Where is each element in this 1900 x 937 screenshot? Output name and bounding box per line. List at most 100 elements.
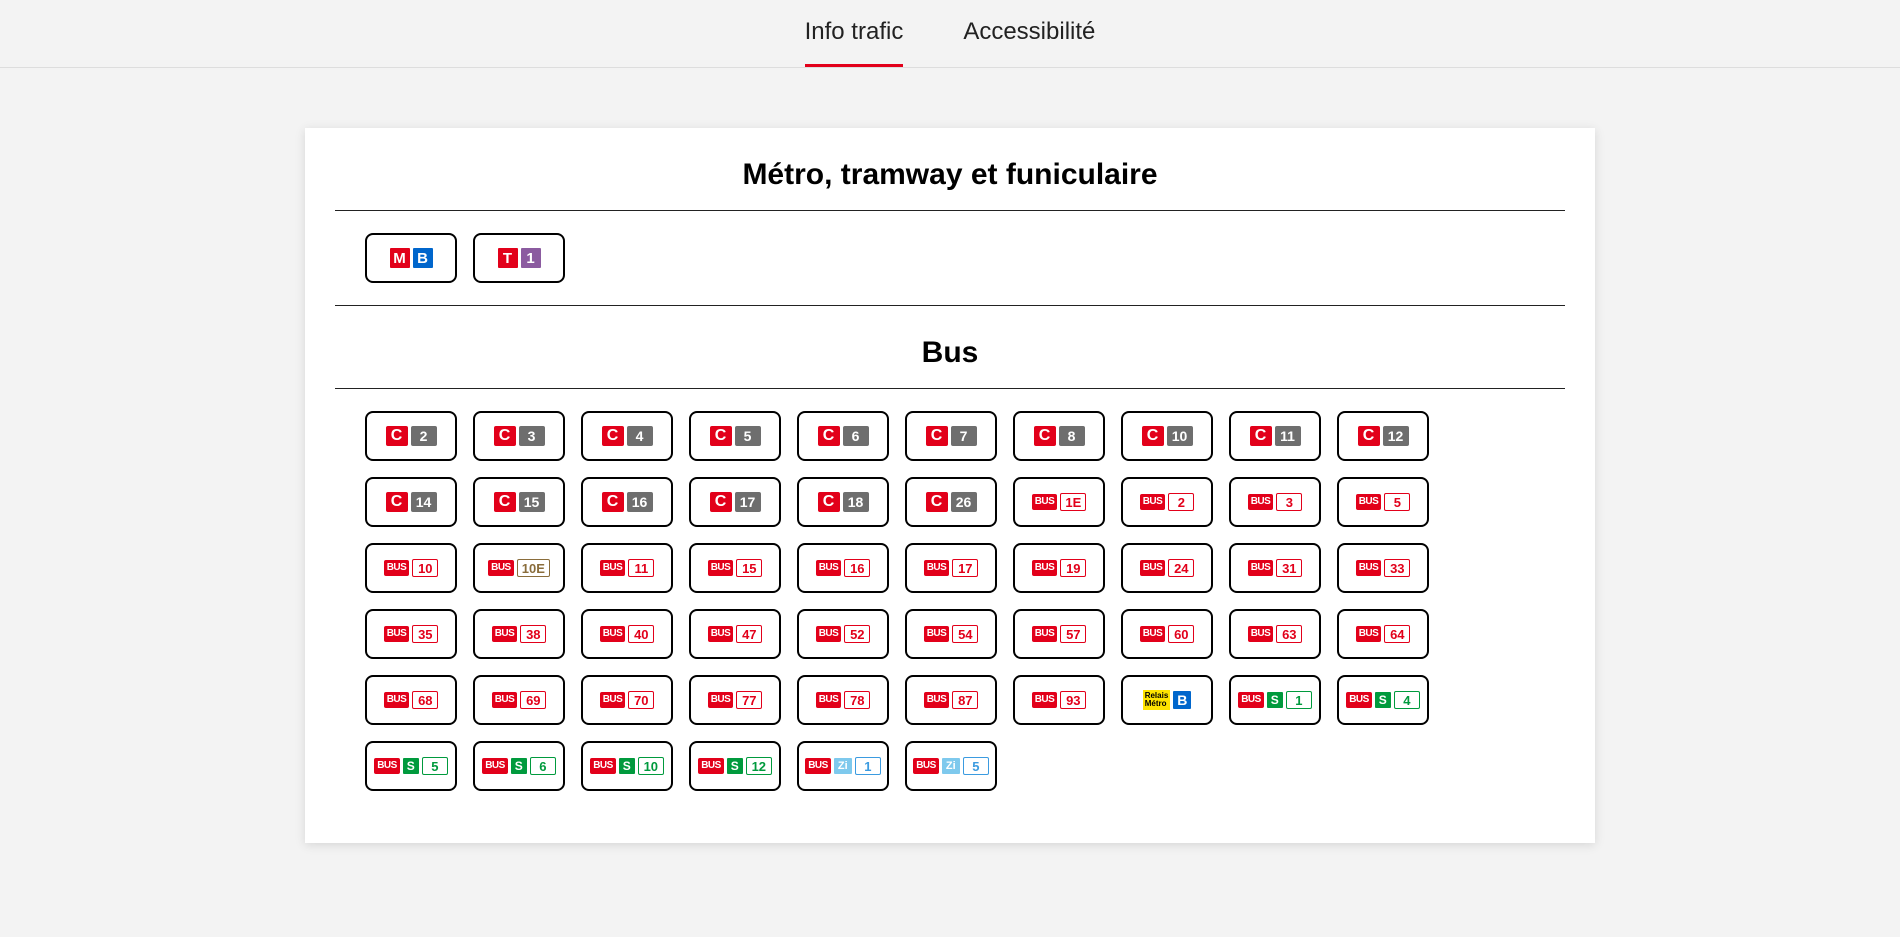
line-bus-40[interactable]: BUS40 <box>581 609 673 659</box>
line-bus-68[interactable]: BUS68 <box>365 675 457 725</box>
line-bus-31[interactable]: BUS31 <box>1229 543 1321 593</box>
line-bus-s-5[interactable]: BUSS5 <box>365 741 457 791</box>
line-number: 10E <box>517 559 550 577</box>
line-number: 33 <box>1384 559 1410 577</box>
line-bus-15[interactable]: BUS15 <box>689 543 781 593</box>
bus-icon: BUS <box>708 626 734 642</box>
line-c-26[interactable]: C26 <box>905 477 997 527</box>
c-icon: C <box>602 426 624 446</box>
line-number: 3 <box>519 426 545 446</box>
bus-icon: BUS <box>913 758 939 774</box>
metro-icon-b: B <box>413 248 433 268</box>
line-bus-64[interactable]: BUS64 <box>1337 609 1429 659</box>
line-number: 70 <box>628 691 654 709</box>
bus-icon: BUS <box>1140 494 1166 510</box>
bus-icon: BUS <box>924 560 950 576</box>
line-bus-93[interactable]: BUS93 <box>1013 675 1105 725</box>
bus-icon: BUS <box>1140 560 1166 576</box>
tab-info-trafic[interactable]: Info trafic <box>805 18 904 67</box>
line-bus-24[interactable]: BUS24 <box>1121 543 1213 593</box>
line-bus-77[interactable]: BUS77 <box>689 675 781 725</box>
line-bus-19[interactable]: BUS19 <box>1013 543 1105 593</box>
line-c-5[interactable]: C5 <box>689 411 781 461</box>
bus-icon: BUS <box>492 626 518 642</box>
line-bus-69[interactable]: BUS69 <box>473 675 565 725</box>
line-bus-zi-1[interactable]: BUSZi1 <box>797 741 889 791</box>
line-number: 5 <box>735 426 761 446</box>
bus-icon: BUS <box>600 560 626 576</box>
main-card: Métro, tramway et funiculaire M B T 1 Bu… <box>305 128 1595 843</box>
line-bus-33[interactable]: BUS33 <box>1337 543 1429 593</box>
zi-icon: Zi <box>834 758 852 774</box>
line-c-10[interactable]: C10 <box>1121 411 1213 461</box>
line-bus-s-6[interactable]: BUSS6 <box>473 741 565 791</box>
line-c-8[interactable]: C8 <box>1013 411 1105 461</box>
line-number: 16 <box>844 559 870 577</box>
line-bus-s-12[interactable]: BUSS12 <box>689 741 781 791</box>
line-c-2[interactable]: C2 <box>365 411 457 461</box>
bus-icon: BUS <box>1248 560 1274 576</box>
line-bus-78[interactable]: BUS78 <box>797 675 889 725</box>
bus-icon: BUS <box>816 626 842 642</box>
line-number: 87 <box>952 691 978 709</box>
line-c-14[interactable]: C14 <box>365 477 457 527</box>
line-c-3[interactable]: C3 <box>473 411 565 461</box>
tabs-nav: Info trafic Accessibilité <box>0 0 1900 68</box>
line-bus-3[interactable]: BUS3 <box>1229 477 1321 527</box>
line-bus-s-10[interactable]: BUSS10 <box>581 741 673 791</box>
line-c-7[interactable]: C7 <box>905 411 997 461</box>
line-bus-s-1[interactable]: BUSS1 <box>1229 675 1321 725</box>
line-number: 40 <box>628 625 654 643</box>
line-number: 68 <box>412 691 438 709</box>
line-bus-47[interactable]: BUS47 <box>689 609 781 659</box>
line-bus-52[interactable]: BUS52 <box>797 609 889 659</box>
line-bus-35[interactable]: BUS35 <box>365 609 457 659</box>
line-number: 11 <box>628 559 654 577</box>
line-c-11[interactable]: C11 <box>1229 411 1321 461</box>
line-metro-b[interactable]: M B <box>365 233 457 283</box>
line-number: 16 <box>627 492 653 512</box>
bus-icon: BUS <box>1238 692 1264 708</box>
line-relais-metro-b[interactable]: RelaisMétroB <box>1121 675 1213 725</box>
c-icon: C <box>926 492 948 512</box>
line-bus-2[interactable]: BUS2 <box>1121 477 1213 527</box>
line-number: 54 <box>952 625 978 643</box>
line-bus-87[interactable]: BUS87 <box>905 675 997 725</box>
line-number: 1 <box>855 757 881 775</box>
line-c-4[interactable]: C4 <box>581 411 673 461</box>
bus-icon: BUS <box>384 626 410 642</box>
line-c-16[interactable]: C16 <box>581 477 673 527</box>
c-icon: C <box>926 426 948 446</box>
line-c-18[interactable]: C18 <box>797 477 889 527</box>
line-c-12[interactable]: C12 <box>1337 411 1429 461</box>
line-bus-11[interactable]: BUS11 <box>581 543 673 593</box>
line-c-15[interactable]: C15 <box>473 477 565 527</box>
line-bus-54[interactable]: BUS54 <box>905 609 997 659</box>
line-c-6[interactable]: C6 <box>797 411 889 461</box>
s-icon: S <box>1267 692 1283 708</box>
line-bus-38[interactable]: BUS38 <box>473 609 565 659</box>
line-number: 1 <box>1286 691 1312 709</box>
bus-icon: BUS <box>600 692 626 708</box>
line-bus-63[interactable]: BUS63 <box>1229 609 1321 659</box>
line-bus-17[interactable]: BUS17 <box>905 543 997 593</box>
line-bus-5[interactable]: BUS5 <box>1337 477 1429 527</box>
line-bus-s-4[interactable]: BUSS4 <box>1337 675 1429 725</box>
c-icon: C <box>710 492 732 512</box>
line-bus-1E[interactable]: BUS1E <box>1013 477 1105 527</box>
line-bus-57[interactable]: BUS57 <box>1013 609 1105 659</box>
line-bus-10E[interactable]: BUS10E <box>473 543 565 593</box>
line-number: 6 <box>843 426 869 446</box>
line-bus-70[interactable]: BUS70 <box>581 675 673 725</box>
line-bus-zi-5[interactable]: BUSZi5 <box>905 741 997 791</box>
tab-accessibility[interactable]: Accessibilité <box>963 18 1095 67</box>
line-bus-60[interactable]: BUS60 <box>1121 609 1213 659</box>
line-bus-16[interactable]: BUS16 <box>797 543 889 593</box>
line-c-17[interactable]: C17 <box>689 477 781 527</box>
line-number: 3 <box>1276 493 1302 511</box>
bus-icon: BUS <box>1356 626 1382 642</box>
line-bus-10[interactable]: BUS10 <box>365 543 457 593</box>
tram-icon-t: T <box>498 248 518 268</box>
bus-icon: BUS <box>374 758 400 774</box>
line-tram-1[interactable]: T 1 <box>473 233 565 283</box>
